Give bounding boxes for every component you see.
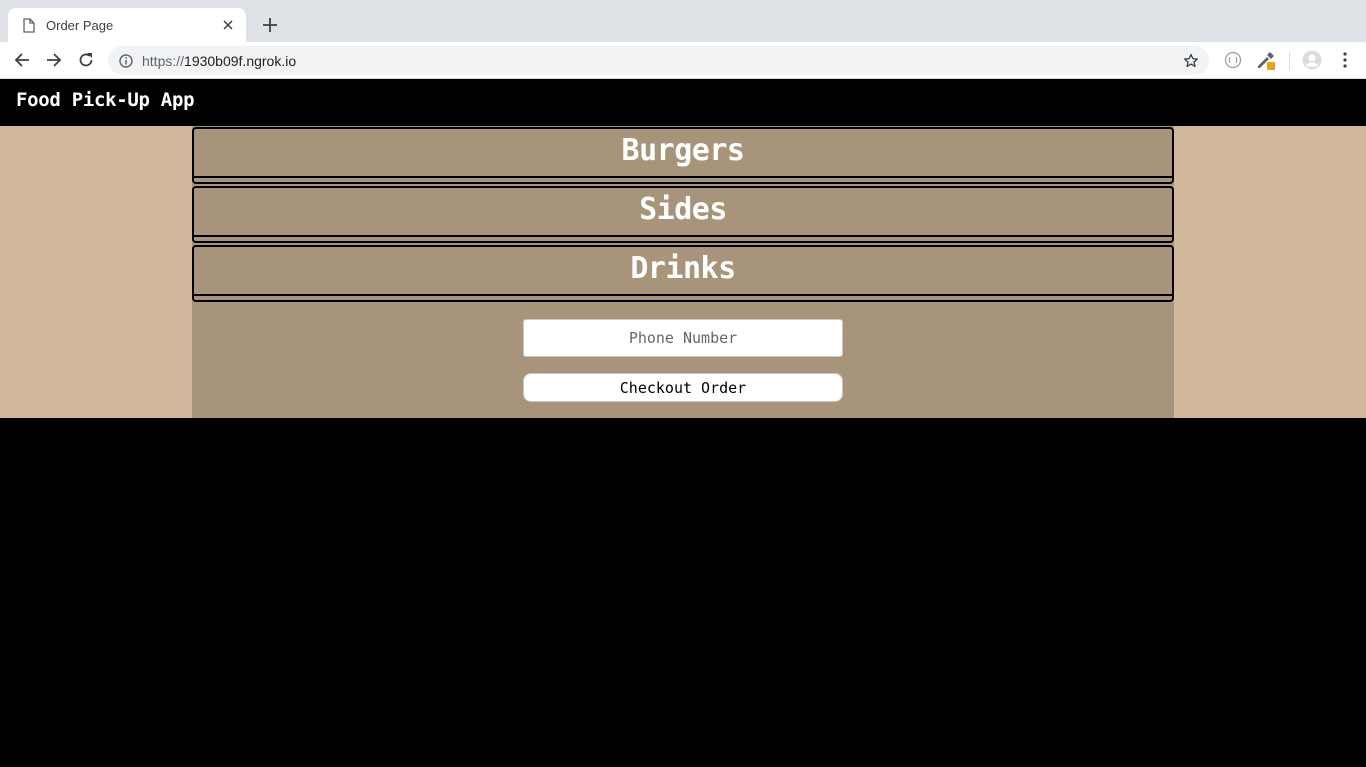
browser-tabstrip: Order Page <box>0 0 1366 42</box>
info-icon[interactable] <box>119 53 133 68</box>
category-sides[interactable]: Sides <box>192 186 1174 243</box>
url-scheme: https:// <box>142 52 185 69</box>
address-bar[interactable]: https://1930b09f.ngrok.io <box>108 46 1209 75</box>
forward-button[interactable] <box>42 48 66 72</box>
url-host: 1930b09f.ngrok.io <box>184 52 297 69</box>
back-button[interactable] <box>10 48 34 72</box>
category-label: Sides <box>639 192 727 227</box>
browser-tab[interactable]: Order Page <box>8 8 246 42</box>
arrow-left-icon <box>14 53 29 67</box>
arrow-right-icon <box>47 53 62 67</box>
tab-title: Order Page <box>46 17 114 33</box>
reload-icon <box>79 53 93 67</box>
url-text: https://1930b09f.ngrok.io <box>142 53 1181 69</box>
category-label: Drinks <box>630 251 736 286</box>
category-drinks[interactable]: Drinks <box>192 245 1174 302</box>
extension-icon[interactable] <box>1222 49 1244 71</box>
phone-number-input[interactable] <box>523 319 843 357</box>
checkout-order-button[interactable]: Checkout Order <box>523 373 843 402</box>
browser-toolbar: https://1930b09f.ngrok.io <box>0 42 1366 79</box>
new-tab-button[interactable] <box>258 13 282 37</box>
bookmark-star-icon[interactable] <box>1181 51 1201 71</box>
app-header: Food Pick-Up App <box>0 79 1366 126</box>
toolbar-divider <box>1289 52 1290 70</box>
profile-avatar-icon[interactable] <box>1301 49 1323 71</box>
app-title: Food Pick-Up App <box>16 89 195 111</box>
close-icon[interactable] <box>220 17 236 33</box>
eyedropper-extension-icon[interactable] <box>1255 49 1277 71</box>
reload-button[interactable] <box>74 48 98 72</box>
category-burgers[interactable]: Burgers <box>192 127 1174 184</box>
menu-kebab-icon[interactable] <box>1334 49 1356 71</box>
page-icon <box>22 17 36 33</box>
category-label: Burgers <box>621 133 745 168</box>
